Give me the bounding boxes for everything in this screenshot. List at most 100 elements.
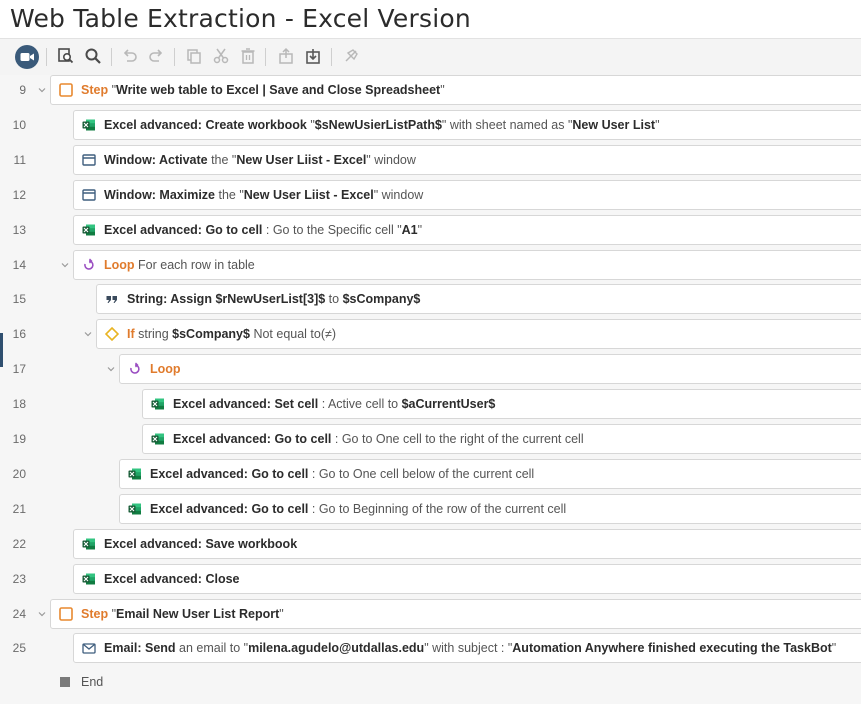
line-number: 14 (12, 257, 26, 272)
action-text-segment: Excel advanced: Go to cell (150, 501, 309, 516)
action-row[interactable]: Excel advanced: Create workbook " $sNewUs… (73, 109, 861, 140)
redo-button[interactable] (145, 45, 167, 67)
collapse-caret-icon[interactable] (38, 86, 46, 94)
import-icon (306, 49, 320, 64)
action-text-segment: Write web table to Excel | Save and Clos… (116, 83, 441, 97)
action-row[interactable]: Window: Activate the " New User Liist - E… (73, 144, 861, 175)
if-diamond-icon (105, 327, 119, 342)
record-button[interactable] (14, 44, 40, 70)
line-number: 24 (12, 606, 26, 621)
excel-icon (82, 572, 96, 586)
action-text-segment: : Go to Beginning of the row of the curr… (308, 501, 567, 516)
action-text-segment: $aCurrentUser$ (401, 397, 496, 412)
export-button[interactable] (275, 45, 297, 67)
toolbar-separator (265, 48, 266, 66)
collapse-caret-icon[interactable] (38, 610, 46, 618)
copy-button[interactable] (183, 45, 205, 67)
collapse-caret-icon[interactable] (84, 330, 92, 338)
line-number: 22 (12, 536, 26, 551)
page-title: Web Table Extraction - Excel Version (10, 4, 471, 33)
end-square-icon (60, 677, 70, 687)
action-text-segment: If (127, 327, 135, 342)
action-text-segment: For each row in table (134, 257, 255, 272)
scissors-icon (213, 48, 229, 64)
search-button[interactable] (82, 45, 104, 67)
action-text-segment: A1 (401, 222, 418, 237)
action-row[interactable]: String: Assign $rNewUserList[3]$ to $sCo… (96, 284, 861, 315)
action-row[interactable]: Loop (119, 354, 861, 385)
line-number: 16 (12, 327, 26, 342)
action-text-segment: " (831, 641, 837, 656)
loop-icon (82, 258, 96, 272)
quote-icon (105, 292, 119, 306)
collapse-caret-icon[interactable] (61, 261, 69, 269)
action-row[interactable]: Excel advanced: Go to cell : Go to the S… (73, 214, 861, 245)
action-row[interactable]: Excel advanced: Close (73, 563, 861, 594)
action-row[interactable]: Excel advanced: Go to cell : Go to Begin… (119, 493, 861, 524)
action-text-segment: to (325, 292, 343, 307)
action-text-segment: Window: Maximize (104, 187, 216, 202)
line-number: 9 (19, 83, 26, 97)
window-icon (82, 188, 96, 202)
action-text-segment: Excel advanced: Go to cell (173, 432, 332, 446)
action-text-segment: Excel advanced: Save workbook (104, 536, 298, 551)
action-row[interactable]: Loop For each row in table (73, 249, 861, 280)
delete-button[interactable] (237, 45, 259, 67)
video-camera-icon (15, 45, 39, 69)
action-text-segment: Excel advanced: Go to cell (150, 466, 309, 481)
undo-button[interactable] (119, 45, 141, 67)
collapse-caret-icon[interactable] (107, 365, 115, 373)
toolbar-separator (331, 48, 332, 66)
cut-button[interactable] (210, 45, 232, 67)
toolbar-separator (174, 48, 175, 66)
action-text-segment: Step (81, 83, 112, 97)
action-text-segment: Email: Send (104, 641, 176, 656)
action-row[interactable]: Excel advanced: Set cell : Active cell t… (142, 389, 861, 420)
disable-button[interactable] (340, 45, 362, 67)
excel-icon (82, 223, 96, 237)
excel-icon (151, 432, 165, 446)
line-number: 12 (12, 187, 26, 202)
toolbar-separator (111, 48, 112, 66)
action-row[interactable]: Email: Send an email to " milena.agudelo@… (73, 633, 861, 664)
line-number: 17 (12, 362, 26, 377)
action-text-segment: Excel advanced: Go to cell (104, 222, 263, 237)
action-text-segment: string (134, 327, 173, 342)
import-button[interactable] (302, 45, 324, 67)
trash-icon (241, 48, 255, 64)
line-number: 13 (12, 222, 26, 237)
action-text-segment: Step (81, 606, 112, 621)
action-text-segment: Loop (150, 362, 181, 377)
action-row[interactable]: Excel advanced: Go to cell : Go to One c… (142, 424, 861, 454)
action-row[interactable]: Window: Maximize the " New User Liist - E… (73, 179, 861, 210)
action-row[interactable]: Excel advanced: Go to cell : Go to One c… (119, 458, 861, 489)
search-icon (85, 48, 101, 64)
action-text-segment: $rNewUserList[3]$ (215, 292, 326, 307)
action-row[interactable]: If string $sCompany$ Not equal to(≠) (96, 319, 861, 350)
action-row[interactable]: Excel advanced: Save workbook (73, 528, 861, 559)
action-row[interactable]: Step " Write web table to Excel | Save an… (50, 75, 861, 105)
action-text-segment: New User Liist - Excel (243, 187, 374, 202)
toolbar (0, 38, 861, 76)
excel-icon (82, 537, 96, 551)
action-text-segment: String: Assign (127, 292, 216, 307)
search-results-button[interactable] (55, 45, 77, 67)
action-text-segment: milena.agudelo@utdallas.edu (248, 641, 425, 656)
action-text-segment: : Go to the Specific cell " (262, 222, 402, 237)
action-text-segment: " with sheet named as " (441, 117, 573, 132)
action-text-segment: New User List (572, 117, 656, 132)
action-text-segment: the " (207, 152, 237, 167)
action-text-segment: the " (215, 187, 244, 202)
line-number: 21 (12, 501, 26, 516)
action-text-segment: Loop (104, 257, 135, 272)
action-text-segment: " (417, 222, 423, 237)
action-text-segment: " window (373, 187, 424, 202)
line-number: 18 (12, 397, 26, 412)
redo-icon (149, 49, 163, 62)
action-text-segment: " (440, 83, 445, 97)
search-document-icon (58, 48, 74, 64)
action-text-segment: : Go to One cell to the right of the cur… (331, 432, 584, 446)
action-row[interactable]: Step " Email New User List Report " (50, 598, 861, 629)
action-text-segment: Not equal to(≠) (249, 327, 337, 342)
editor-canvas: 9 Step " Write web table to Excel | Save a… (0, 75, 861, 704)
